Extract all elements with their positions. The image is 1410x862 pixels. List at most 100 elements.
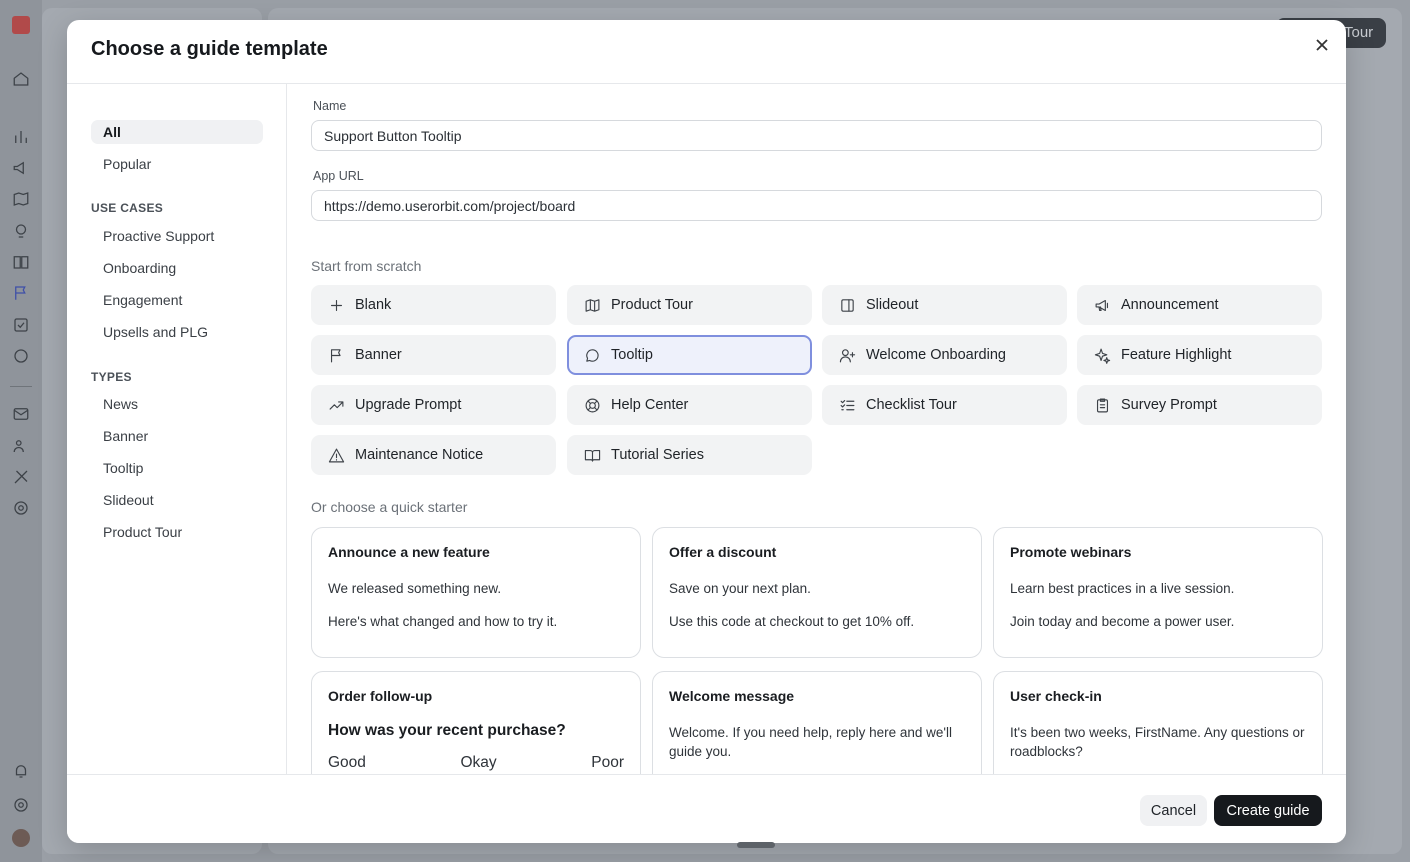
option-poor: Poor [591,754,624,771]
template-label: Product Tour [611,297,693,313]
lightbulb-icon[interactable] [12,222,30,240]
avatar[interactable] [12,829,30,847]
sidebar-item-news[interactable]: News [91,392,263,416]
template-maintenance-notice[interactable]: Maintenance Notice [311,435,556,475]
quick-starter-heading: Or choose a quick starter [311,499,468,515]
checklist-icon[interactable] [12,316,30,334]
sidebar-item-slideout[interactable]: Slideout [91,488,263,512]
template-label: Welcome Onboarding [866,347,1006,363]
sidebar-item-engagement[interactable]: Engagement [91,288,263,312]
gear-icon[interactable] [12,499,30,517]
card-title: Offer a discount [669,544,777,560]
template-label: Blank [355,297,392,313]
help-icon[interactable] [12,796,30,814]
template-announcement[interactable]: Announcement [1077,285,1322,325]
template-slideout[interactable]: Slideout [822,285,1067,325]
starter-card-order-follow-up[interactable]: Order follow-up How was your recent purc… [311,671,641,774]
template-label: Maintenance Notice [355,447,484,463]
sidebar-item-popular[interactable]: Popular [91,152,263,176]
card-title: Order follow-up [328,688,433,704]
close-button[interactable] [1311,34,1333,56]
sidebar-item-upsells-plg[interactable]: Upsells and PLG [91,320,263,344]
plus-icon [327,296,345,314]
tools-icon[interactable] [12,468,30,486]
sidebar-item-product-tour[interactable]: Product Tour [91,520,263,544]
chat-icon[interactable] [12,347,30,365]
template-label: Checklist Tour [866,397,957,413]
template-welcome-onboarding[interactable]: Welcome Onboarding [822,335,1067,375]
template-product-tour[interactable]: Product Tour [567,285,812,325]
types-heading: TYPES [91,370,132,384]
flag-icon [327,346,345,364]
name-label: Name [313,99,347,113]
card-rating-options: Good Okay Poor [328,754,624,772]
template-label: Feature Highlight [1121,347,1232,363]
template-tooltip[interactable]: Tooltip [567,335,812,375]
guide-template-modal: Choose a guide template All Popular USE … [67,20,1346,843]
app-url-input[interactable] [311,190,1322,221]
template-survey-prompt[interactable]: Survey Prompt [1077,385,1322,425]
template-tutorial-series[interactable]: Tutorial Series [567,435,812,475]
users-icon[interactable] [12,437,30,455]
template-checklist-tour[interactable]: Checklist Tour [822,385,1067,425]
starter-card-announce-feature[interactable]: Announce a new feature We released somet… [311,527,641,658]
sidebar-item-banner[interactable]: Banner [91,424,263,448]
modal-title: Choose a guide template [91,38,328,60]
template-upgrade-prompt[interactable]: Upgrade Prompt [311,385,556,425]
template-blank[interactable]: Blank [311,285,556,325]
book-icon[interactable] [12,253,30,271]
name-input[interactable] [311,120,1322,151]
close-icon [1316,39,1328,51]
mail-icon[interactable] [12,405,30,423]
card-text: Use this code at checkout to get 10% off… [669,614,915,629]
start-from-scratch-heading: Start from scratch [311,258,422,274]
template-content: Name App URL Start from scratch Blank Pr… [287,84,1346,774]
template-label: Slideout [866,297,919,313]
card-title: Announce a new feature [328,544,490,560]
use-cases-heading: USE CASES [91,201,164,215]
left-rail [0,0,42,862]
user-plus-icon [838,346,856,364]
starter-card-welcome-message[interactable]: Welcome message Welcome. If you need hel… [652,671,982,774]
template-label: Announcement [1121,297,1219,313]
megaphone-icon[interactable] [12,159,30,177]
template-label: Survey Prompt [1121,397,1217,413]
card-question: How was your recent purchase? [328,722,566,739]
sidebar-item-proactive-support[interactable]: Proactive Support [91,224,263,248]
book-open-icon [583,446,601,464]
starter-card-offer-discount[interactable]: Offer a discount Save on your next plan.… [652,527,982,658]
panel-icon [838,296,856,314]
trending-up-icon [327,396,345,414]
template-help-center[interactable]: Help Center [567,385,812,425]
card-text: Save on your next plan. [669,581,811,596]
clipboard-icon [1093,396,1111,414]
starter-card-promote-webinars[interactable]: Promote webinars Learn best practices in… [993,527,1323,658]
sparkles-icon [1093,346,1111,364]
card-text: Welcome. If you need help, reply here an… [669,725,952,759]
map-icon[interactable] [12,190,30,208]
speech-bubble-icon [583,346,601,364]
template-feature-highlight[interactable]: Feature Highlight [1077,335,1322,375]
cancel-button[interactable]: Cancel [1140,795,1207,826]
create-guide-button[interactable]: Create guide [1214,795,1322,826]
map-icon [583,296,601,314]
template-label: Help Center [611,397,689,413]
drag-handle[interactable] [737,842,775,848]
template-label: Banner [355,347,402,363]
flag-icon[interactable] [12,284,30,302]
chart-icon[interactable] [12,128,30,146]
bell-icon[interactable] [12,762,30,780]
sidebar-item-tooltip[interactable]: Tooltip [91,456,263,480]
template-banner[interactable]: Banner [311,335,556,375]
template-label: Upgrade Prompt [355,397,462,413]
lifebuoy-icon [583,396,601,414]
option-good: Good [328,754,366,771]
checklist-icon [838,396,856,414]
modal-header: Choose a guide template [67,20,1346,84]
warning-icon [327,446,345,464]
sidebar-item-onboarding[interactable]: Onboarding [91,256,263,280]
home-icon[interactable] [12,70,30,88]
sidebar-item-all[interactable]: All [91,120,263,144]
starter-card-user-check-in[interactable]: User check-in It's been two weeks, First… [993,671,1323,774]
template-label: Tutorial Series [611,447,704,463]
